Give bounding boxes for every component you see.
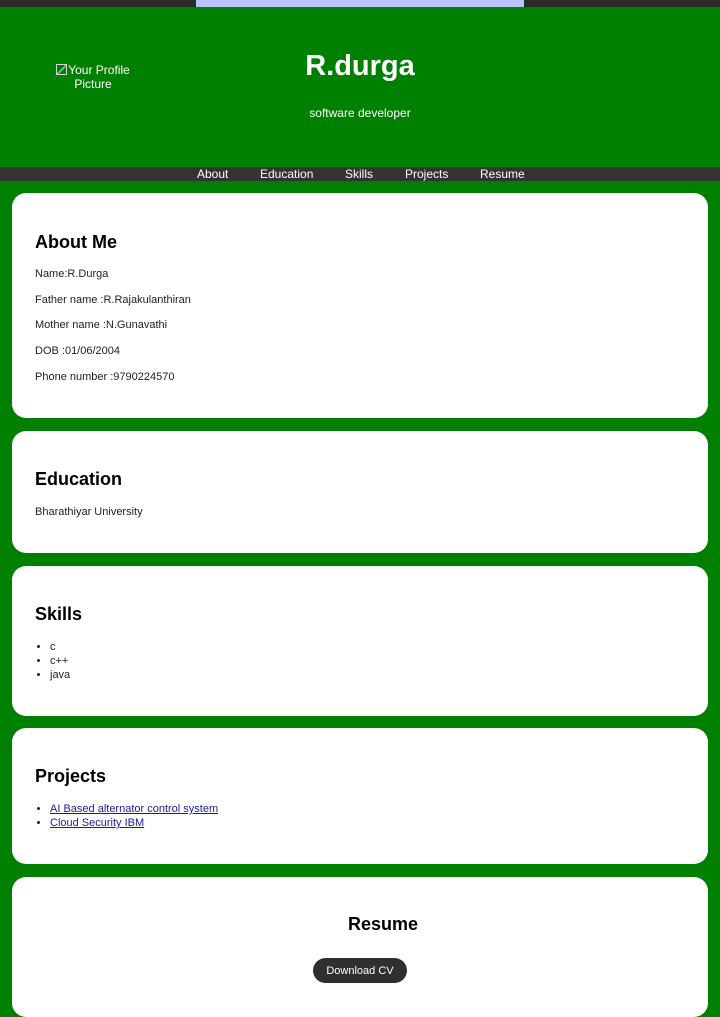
- nav-about-link[interactable]: About: [197, 166, 228, 182]
- about-phone: Phone number :9790224570: [35, 371, 175, 383]
- skill-item: c: [50, 640, 70, 654]
- profile-role: software developer: [309, 106, 411, 120]
- nav-education-link[interactable]: Education: [260, 166, 313, 182]
- project-link-ai-alternator[interactable]: AI Based alternator control system: [50, 803, 218, 815]
- project-item: Cloud Security IBM: [50, 816, 218, 830]
- resume-section: Resume Download CV: [12, 877, 708, 1017]
- about-father-name: Father name :R.Rajakulanthiran: [35, 294, 191, 306]
- profile-name: R.durga: [305, 50, 415, 82]
- about-name: Name:R.Durga: [35, 268, 109, 280]
- project-link-cloud-security[interactable]: Cloud Security IBM: [50, 817, 144, 829]
- scroll-progress-track: [0, 0, 720, 7]
- download-cv-button[interactable]: Download CV: [313, 958, 407, 983]
- resume-title: Resume: [347, 914, 419, 934]
- projects-title: Projects: [35, 766, 107, 786]
- education-section: Education Bharathiyar University: [12, 431, 708, 553]
- about-title: About Me: [35, 232, 117, 252]
- project-item: AI Based alternator control system: [50, 802, 218, 816]
- skill-item: c++: [50, 654, 70, 668]
- profile-header: Your Profile Picture R.durga software de…: [0, 7, 720, 167]
- about-mother-name: Mother name :N.Gunavathi: [35, 319, 168, 331]
- about-dob: DOB :01/06/2004: [35, 345, 121, 357]
- nav-projects-link[interactable]: Projects: [405, 166, 448, 182]
- nav-skills-link[interactable]: Skills: [345, 166, 373, 182]
- about-section: About Me Name:R.Durga Father name :R.Raj…: [12, 193, 708, 418]
- nav-resume-link[interactable]: Resume: [480, 166, 525, 182]
- skills-section: Skills c c++ java: [12, 566, 708, 716]
- projects-list: AI Based alternator control system Cloud…: [35, 802, 218, 830]
- education-university: Bharathiyar University: [35, 506, 143, 518]
- skill-item: java: [50, 668, 70, 682]
- education-title: Education: [35, 469, 123, 489]
- main-nav: About Education Skills Projects Resume: [0, 167, 720, 181]
- skills-list: c c++ java: [35, 640, 70, 682]
- scroll-progress-bar: [196, 0, 524, 7]
- projects-section: Projects AI Based alternator control sys…: [12, 728, 708, 864]
- skills-title: Skills: [35, 604, 83, 624]
